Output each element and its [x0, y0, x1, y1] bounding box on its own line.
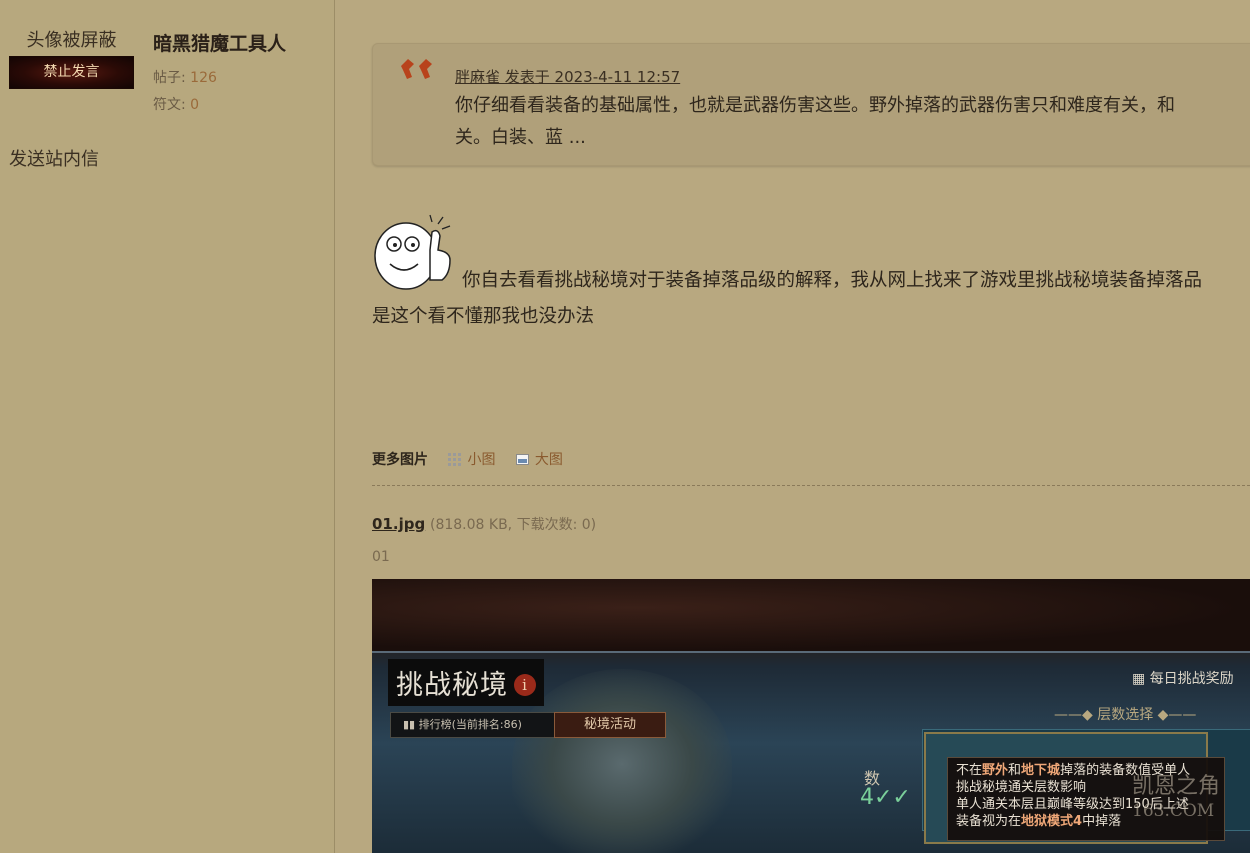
posts-value[interactable]: 126: [190, 70, 217, 86]
avatar[interactable]: 头像被屏蔽 禁止发言: [9, 30, 134, 89]
small-images-label: 小图: [467, 452, 496, 468]
tooltip-highlight: 地狱模式4: [1021, 814, 1083, 829]
floor-select-label: ——◆ 层数选择 ◆——: [1054, 704, 1196, 724]
grid-icon: [448, 453, 462, 466]
image-icon: [515, 454, 529, 465]
bar-chart-icon: ▮▮: [403, 718, 419, 731]
attachment-file-info: (818.08 KB, 下载次数: 0): [429, 517, 597, 533]
runes-count: 符文: 0: [153, 94, 199, 114]
leaderboard-button: ▮▮ 排行榜(当前排名:86): [390, 712, 560, 738]
floor-select-text: 层数选择: [1097, 707, 1154, 723]
ornament-icon: ◆——: [1153, 707, 1197, 723]
tooltip-text: 装备视为在: [956, 814, 1022, 829]
quote-text: 你仔细看看装备的基础属性，也就是武器伤害这些。野外掉落的武器伤害只和难度有关，和…: [455, 90, 1250, 154]
thumbs-up-emoji-icon: [374, 214, 451, 290]
avatar-blocked-text: 头像被屏蔽: [26, 30, 117, 51]
daily-reward-text: 每日挑战奖励: [1149, 671, 1234, 687]
quote-block: 胖麻雀 发表于 2023-4-11 12:57 你仔细看看装备的基础属性，也就是…: [372, 43, 1250, 166]
large-images-label: 大图: [534, 452, 563, 468]
runes-label: 符文:: [153, 97, 186, 113]
username[interactable]: 暗黑猎魔工具人: [153, 29, 286, 56]
watermark-title: 凯恩之角: [1132, 774, 1221, 799]
game-panel-title-text: 挑战秘境: [396, 670, 508, 701]
leaderboard-label: 排行榜(当前排名:86): [418, 718, 522, 731]
ornament-icon: ——◆: [1054, 707, 1098, 723]
tooltip-text: 中掉落: [1082, 814, 1122, 829]
send-message-link[interactable]: 发送站内信: [9, 145, 99, 171]
large-images-button[interactable]: 大图: [515, 452, 563, 468]
user-sidebar: 头像被屏蔽 禁止发言 暗黑猎魔工具人 帖子: 126 符文: 0 发送站内信: [0, 0, 335, 853]
watermark-domain: 163.COM: [1132, 801, 1215, 821]
ban-badge: 禁止发言: [9, 56, 134, 89]
dashed-divider: [372, 485, 1250, 486]
attachment-image[interactable]: 挑战秘境 i ▮▮ 排行榜(当前排名:86) 秘境活动 ▦ 每日挑战奖励 ——◆ …: [372, 579, 1250, 853]
floor-number: 4✓✓: [860, 785, 911, 810]
attachment-caption: 01: [372, 549, 390, 565]
floor-number-value: 4: [860, 785, 874, 810]
quote-line: 关。白装、蓝 ...: [455, 127, 586, 148]
image-frame-band: [372, 651, 1250, 653]
tooltip-highlight: 野外: [982, 763, 1009, 778]
image-backdrop: [372, 579, 1250, 651]
tooltip-highlight: 地下城: [1021, 763, 1061, 778]
attachment-file-link[interactable]: 01.jpg: [372, 515, 425, 533]
posts-count: 帖子: 126: [153, 67, 217, 87]
daily-reward-label: ▦ 每日挑战奖励: [1132, 668, 1234, 688]
game-panel-title: 挑战秘境 i: [388, 659, 544, 706]
more-pictures-title: 更多图片: [372, 452, 428, 468]
posts-label: 帖子:: [153, 70, 186, 86]
quote-icon: [401, 59, 432, 79]
tooltip-text: 不在: [956, 763, 983, 778]
check-icon: ✓✓: [874, 785, 911, 810]
small-images-button[interactable]: 小图: [448, 452, 499, 468]
quote-line: 你仔细看看装备的基础属性，也就是武器伤害这些。野外掉落的武器伤害只和难度有关，和: [455, 95, 1175, 116]
statue-graphic: [512, 669, 732, 853]
site-watermark: 凯恩之角 163.COM: [1132, 775, 1220, 823]
quote-author-link[interactable]: 胖麻雀 发表于 2023-4-11 12:57: [455, 66, 680, 87]
reward-icon: ▦: [1132, 671, 1150, 687]
post-text: 你自去看看挑战秘境对于装备掉落品级的解释，我从网上找来了游戏里挑战秘境装备掉落品: [462, 270, 1203, 291]
dungeon-activity-button: 秘境活动: [554, 712, 666, 738]
post-text: 是这个看不懂那我也没办法: [372, 306, 595, 327]
tooltip-text: 和: [1008, 763, 1022, 778]
info-icon: i: [514, 674, 536, 696]
more-pictures-bar: 更多图片 小图 大图: [372, 449, 563, 469]
attachment-info: 01.jpg (818.08 KB, 下载次数: 0): [372, 514, 596, 534]
runes-value[interactable]: 0: [190, 97, 199, 113]
